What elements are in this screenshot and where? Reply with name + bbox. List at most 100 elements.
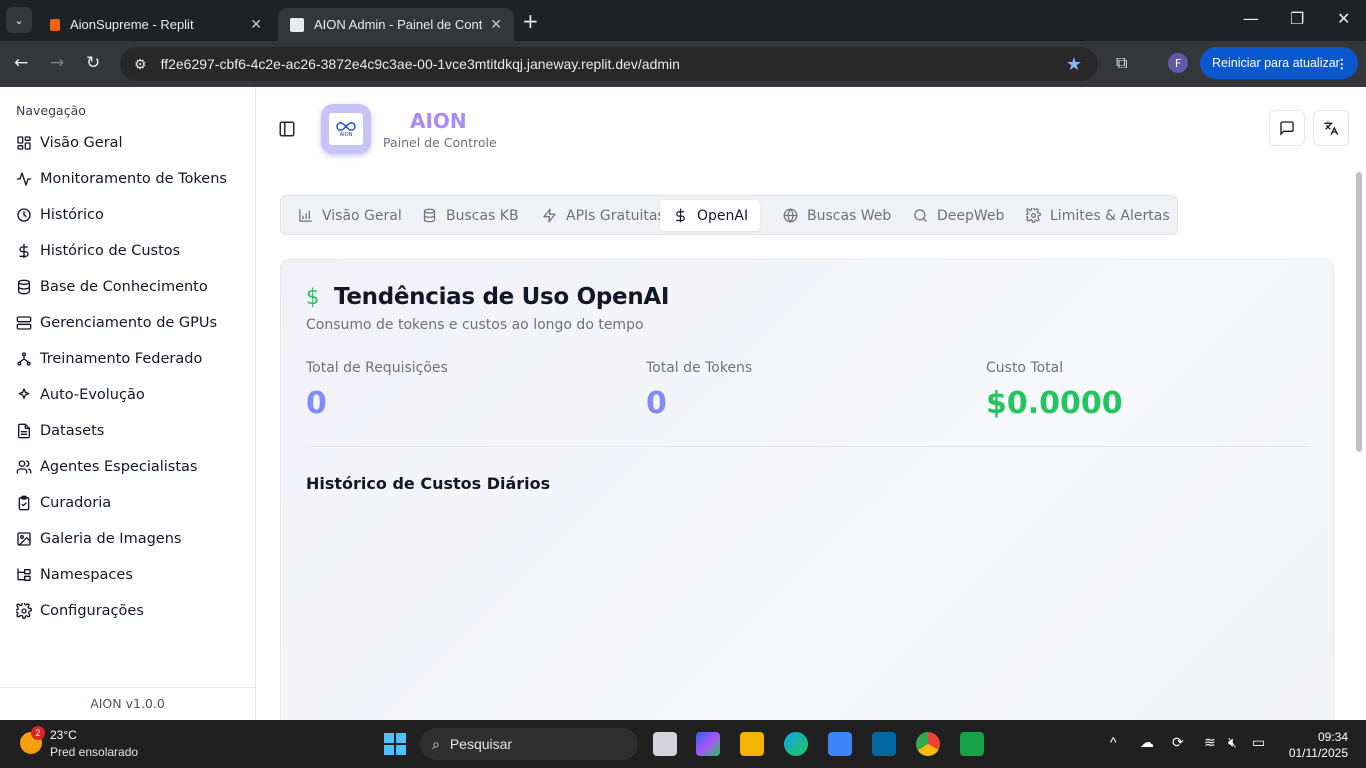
tab-label: Limites & Alertas [1050,207,1170,224]
windows-taskbar: 2 23°C Pred ensolarado ⌕ Pesquisar ^ ☁ ⟳… [0,720,1366,768]
stat-value-cost: $0.0000 [986,386,1123,421]
store-icon[interactable] [828,732,852,756]
aion-logo: AION [321,104,371,154]
card-subtitle: Consumo de tokens e custos ao longo do t… [306,317,644,333]
scrollbar[interactable] [1356,172,1362,452]
sidebar-item-datasets[interactable]: Datasets [16,419,104,443]
divider [305,446,1310,447]
file-explorer-icon[interactable] [740,732,764,756]
browser-tab-aion-admin[interactable]: AION Admin - Painel de Controle ✕ [278,8,514,41]
outlook-icon[interactable] [872,732,896,756]
sidebar-item-label: Curadoria [40,495,112,511]
tab-apis-gratuitas[interactable]: APIs Gratuitas [541,200,665,231]
start-button[interactable] [384,733,406,755]
sidebar-item-curadoria[interactable]: Curadoria [16,491,111,515]
extensions-icon[interactable]: ⧉ [1116,53,1127,73]
search-placeholder: Pesquisar [449,736,513,752]
tab-deepweb[interactable]: DeepWeb [912,200,1004,231]
back-icon[interactable]: ← [14,53,28,73]
sidebar-item-historico-de-custos[interactable]: Histórico de Custos [16,239,180,263]
sidebar-item-agentes-especialistas[interactable]: Agentes Especialistas [16,455,197,479]
chat-button[interactable] [1269,110,1305,146]
tab-vis-o-geral[interactable]: Visão Geral [297,200,402,231]
reload-icon[interactable]: ↻ [86,53,100,73]
weather-badge: 2 [31,726,45,740]
openai-usage-card: $ Tendências de Uso OpenAI Consumo de to… [280,259,1334,720]
tab-openai[interactable]: OpenAI [660,200,761,231]
clock[interactable]: 09:34 01/11/2025 [1284,729,1348,761]
sidebar-item-visao-geral[interactable]: Visão Geral [16,131,123,155]
browser-tab-replit[interactable]: AionSupreme - Replit ✕ [38,8,274,41]
site-info-icon[interactable]: ⚙ [134,56,147,73]
daily-cost-history-title: Histórico de Custos Diários [306,474,551,493]
zap-icon [541,208,557,224]
aion-favicon-icon [290,17,304,32]
search-icon: ⌕ [432,735,440,752]
tab-buscas-web[interactable]: Buscas Web [782,200,891,231]
languages-icon [1324,120,1339,135]
tab-label: Buscas Web [807,207,892,224]
weather-temp[interactable]: 23°C [50,728,77,742]
tab-buscas-kb[interactable]: Buscas KB [421,200,519,231]
clock-icon [16,207,32,223]
tab-search-button[interactable]: ⌄ [6,7,32,33]
sidebar-item-label: Base de Conhecimento [40,279,208,295]
sidebar-item-label: Histórico [40,207,104,223]
volume-muted-icon[interactable]: 🔇︎ [1228,734,1237,751]
close-icon[interactable]: ✕ [250,16,262,33]
profile-avatar[interactable]: F [1168,53,1188,73]
tab-limites-alertas[interactable]: Limites & Alertas [1025,200,1170,231]
sidebar-item-monitoramento-de-tokens[interactable]: Monitoramento de Tokens [16,167,227,191]
sidebar-toggle-icon[interactable] [278,120,296,138]
sidebar-section-label: Navegação [16,103,86,118]
stat-label-cost: Custo Total [986,360,1064,376]
bookmark-star-icon[interactable]: ★ [1066,54,1082,75]
stat-value-tokens: 0 [646,386,667,421]
language-button[interactable] [1313,110,1349,146]
sheets-app-icon[interactable] [960,732,984,756]
sidebar-item-label: Configurações [40,603,144,619]
sidebar-item-treinamento-federado[interactable]: Treinamento Federado [16,347,202,371]
battery-icon[interactable]: ▭ [1252,734,1265,751]
taskbar-search[interactable]: ⌕ Pesquisar [420,728,638,760]
sidebar-item-label: Galeria de Imagens [40,531,182,547]
dollar-icon [16,243,32,259]
dollar-icon: $ [306,285,320,309]
sidebar-item-historico[interactable]: Histórico [16,203,104,227]
sidebar-item-auto-evolucao[interactable]: Auto-Evolução [16,383,145,407]
dashboard-tabs: Visão Geral Buscas KB APIs Gratuitas OpenAI… [280,195,1178,235]
sparkles-icon [16,387,32,403]
card-title: Tendências de Uso OpenAI [334,284,670,310]
tab-label: OpenAI [697,207,749,224]
window-close-icon[interactable]: ✕ [1337,9,1350,28]
chrome-icon[interactable] [916,732,940,756]
task-view-icon[interactable] [653,732,677,756]
clock-time: 09:34 [1317,730,1348,744]
weather-desc[interactable]: Pred ensolarado [50,745,138,759]
sidebar-item-label: Treinamento Federado [40,351,203,367]
onedrive-icon[interactable]: ☁ [1140,734,1154,751]
sidebar-item-base-de-conhecimento[interactable]: Base de Conhecimento [16,275,208,299]
minimize-icon[interactable]: — [1243,9,1259,28]
chevron-up-icon[interactable]: ^ [1110,734,1117,750]
restart-to-update-button[interactable]: Reiniciar para atualizar ⋮ [1200,47,1358,79]
brand-subtitle: Painel de Controle [383,135,497,150]
sync-icon[interactable]: ⟳ [1172,734,1184,751]
address-bar[interactable]: ⚙ ff2e6297-cbf6-4c2e-ac26-3872e4c9c3ae-0… [120,47,1098,81]
edge-icon[interactable] [784,732,808,756]
sidebar-item-label: Visão Geral [40,135,123,151]
stat-value-requests: 0 [306,386,327,421]
restore-icon[interactable]: ❐ [1290,9,1304,28]
sidebar-item-gerenciamento-de-gpus[interactable]: Gerenciamento de GPUs [16,311,217,335]
sidebar-item-namespaces[interactable]: Namespaces [16,563,133,587]
clipboard-check-icon [16,495,32,511]
file-text-icon [16,423,32,439]
new-tab-button[interactable]: + [522,9,539,33]
sidebar-item-configuracoes[interactable]: Configurações [16,599,144,623]
forward-icon[interactable]: → [50,53,64,73]
wifi-icon[interactable]: ≋ [1204,734,1216,751]
sidebar-item-galeria-de-imagens[interactable]: Galeria de Imagens [16,527,181,551]
close-icon[interactable]: ✕ [490,16,502,33]
images-icon [16,531,32,547]
m365-icon[interactable] [696,732,720,756]
